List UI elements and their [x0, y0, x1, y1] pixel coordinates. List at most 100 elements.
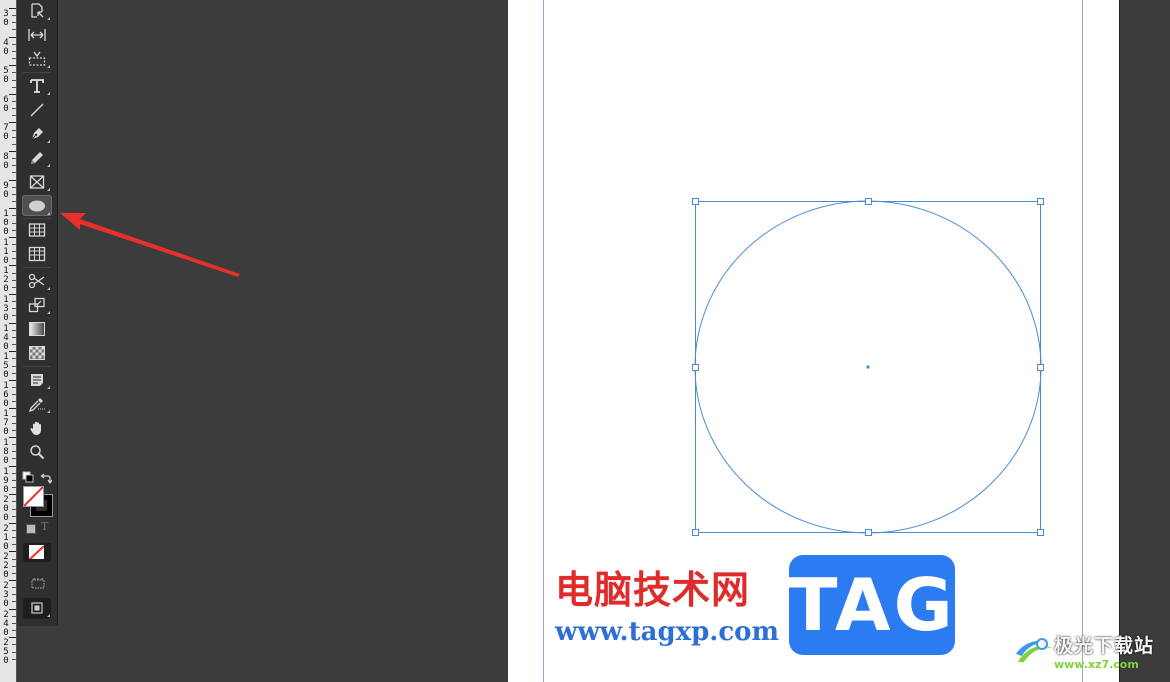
ruler-major-tick — [9, 208, 16, 210]
ruler-major-tick — [9, 93, 16, 95]
ruler-major-tick — [9, 122, 16, 124]
pen-tool[interactable] — [22, 123, 52, 144]
handle-middle-left[interactable] — [692, 364, 699, 371]
ruler-major-tick — [9, 151, 16, 152]
table-columns-icon — [28, 246, 46, 261]
ruler-minor-tick — [12, 386, 16, 388]
content-collector-tool[interactable] — [22, 48, 52, 69]
default-fill-stroke-button[interactable] — [22, 468, 34, 483]
ruler-major-tick — [9, 494, 16, 496]
eyedropper-tool[interactable] — [22, 393, 52, 414]
none-swatch-icon — [24, 487, 43, 506]
ruler-major-tick — [9, 608, 16, 610]
ruler-minor-tick — [12, 515, 16, 517]
watermark: 电脑技术网 www.tagxp.com TAG — [553, 555, 958, 660]
handle-bottom-center[interactable] — [865, 529, 872, 536]
fill-swatch[interactable] — [23, 486, 44, 507]
handle-top-right[interactable] — [1037, 198, 1044, 205]
ruler-major-tick — [9, 294, 16, 295]
ruler-minor-tick — [12, 129, 16, 131]
ruler-major-tick — [9, 465, 16, 467]
ruler-minor-tick — [12, 558, 16, 560]
swap-fill-stroke-button[interactable] — [40, 469, 53, 485]
gap-tool[interactable] — [22, 24, 52, 45]
ruler-minor-tick — [12, 444, 16, 446]
gradient-icon — [29, 321, 45, 336]
gradient-feather-tool[interactable] — [22, 342, 52, 363]
scissors-tool[interactable] — [22, 270, 52, 291]
ruler-major-tick — [9, 65, 16, 67]
ruler-label: 1 0 0 — [3, 209, 9, 238]
pencil-tool[interactable] — [22, 147, 52, 168]
ruler-minor-tick — [12, 537, 16, 539]
ruler-label: 1 5 0 — [3, 352, 9, 381]
ellipse-icon — [29, 200, 45, 211]
type-icon — [30, 78, 44, 93]
ruler-minor-tick — [12, 329, 16, 331]
ruler-label: 1 7 0 — [3, 409, 9, 438]
page-tool[interactable] — [22, 0, 52, 21]
rectangle-frame-tool[interactable] — [22, 171, 52, 192]
ruler-minor-tick — [12, 487, 16, 489]
ruler-label: 1 3 0 — [3, 295, 9, 323]
apply-none-button[interactable] — [23, 543, 51, 562]
ruler-label: 2 3 0 — [3, 581, 9, 609]
watermark-url: www.tagxp.com — [555, 617, 780, 647]
handle-middle-right[interactable] — [1037, 364, 1044, 371]
ruler-minor-tick — [12, 344, 16, 346]
ruler-minor-tick — [12, 594, 16, 596]
handle-bottom-right[interactable] — [1037, 529, 1044, 536]
formatting-text-button[interactable]: T — [41, 520, 48, 533]
table-tool[interactable] — [22, 219, 52, 240]
handle-bottom-left[interactable] — [692, 529, 699, 536]
ruler-minor-tick — [12, 286, 16, 288]
screen-mode-button[interactable] — [23, 598, 51, 619]
ruler-minor-tick — [12, 29, 16, 31]
ruler-major-tick — [9, 551, 16, 553]
gradient-feather-icon — [29, 345, 45, 360]
view-mode-icon — [31, 578, 45, 589]
ruler-label: 2 2 0 — [3, 552, 9, 581]
free-transform-icon — [28, 297, 45, 312]
table-columns-tool[interactable] — [22, 243, 52, 264]
ruler-minor-tick — [12, 365, 16, 367]
formatting-container-button[interactable] — [26, 524, 36, 534]
ruler-minor-tick — [12, 279, 16, 281]
ruler-major-tick — [9, 8, 16, 9]
vertical-ruler[interactable]: 3 0 4 0 5 0 6 0 7 0 8 0 9 0 1 0 01 1 01 2 01 3 … — [0, 0, 17, 682]
ruler-minor-tick — [12, 86, 16, 88]
swap-arrow-icon — [40, 473, 53, 485]
pasteboard[interactable] — [1119, 0, 1170, 682]
handle-top-left[interactable] — [692, 198, 699, 205]
hand-icon — [30, 421, 41, 435]
ruler-minor-tick — [12, 587, 16, 589]
tag-logo: TAG — [788, 555, 955, 655]
ruler-minor-tick — [12, 251, 16, 253]
ruler-major-tick — [9, 351, 16, 353]
ruler-minor-tick — [12, 358, 16, 360]
ruler-label: 2 5 0 — [3, 638, 9, 667]
free-transform-tool[interactable] — [22, 294, 52, 315]
gradient-swatch-tool[interactable] — [22, 318, 52, 339]
hand-tool[interactable] — [22, 417, 52, 438]
ellipse-tool[interactable] — [22, 195, 52, 216]
view-mode-button[interactable] — [30, 575, 46, 589]
ruler-minor-tick — [12, 508, 16, 510]
note-tool[interactable] — [22, 369, 52, 390]
ruler-minor-tick — [12, 108, 16, 110]
ruler-minor-tick — [12, 308, 16, 310]
ruler-minor-tick — [12, 272, 16, 274]
line-tool[interactable] — [22, 99, 52, 120]
ruler-minor-tick — [12, 458, 16, 460]
ruler-major-tick — [9, 408, 16, 410]
ruler-major-tick — [9, 437, 16, 438]
handle-top-center[interactable] — [865, 198, 872, 205]
ruler-label: 1 2 0 — [3, 266, 9, 295]
type-tool[interactable] — [22, 75, 52, 96]
ruler-minor-tick — [12, 472, 16, 474]
zoom-tool[interactable] — [22, 441, 52, 462]
ruler-minor-tick — [12, 544, 16, 546]
corner-logo-url: www.xz7.com — [1054, 658, 1139, 671]
right-margin-guide — [1082, 0, 1083, 682]
left-margin-guide — [543, 0, 544, 682]
